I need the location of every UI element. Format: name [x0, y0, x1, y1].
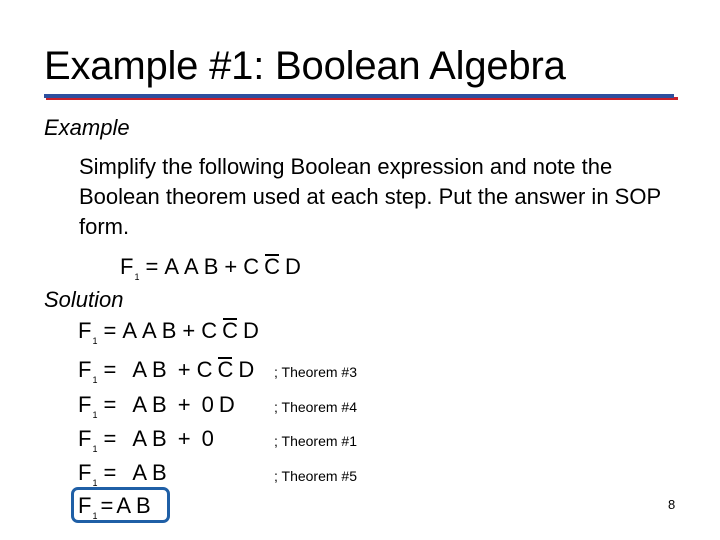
equals-sign: = [103, 357, 117, 382]
given-expression: F1 = A A B + C C D [120, 253, 301, 285]
term: D [218, 392, 235, 417]
equals-sign: = [103, 426, 117, 451]
term: A [142, 318, 157, 343]
term: A [132, 460, 148, 485]
example-label: Example [44, 115, 130, 140]
function-name: F [78, 426, 92, 451]
term: D [243, 318, 259, 343]
term: A [132, 392, 148, 417]
function-name: F [78, 357, 92, 382]
plus-operator: + [177, 392, 191, 417]
plus-operator: + [182, 318, 196, 343]
function-subscript: 1 [134, 272, 140, 282]
term: A [164, 254, 180, 279]
function-name: F [120, 254, 134, 279]
term: B [161, 318, 177, 343]
term: B [152, 460, 167, 485]
theorem-note: ; Theorem #4 [274, 399, 358, 415]
function-subscript: 1 [92, 511, 98, 521]
function-name: F [78, 493, 92, 518]
term: 0 [201, 392, 214, 417]
function-name: F [78, 318, 92, 343]
equals-sign: = [100, 493, 114, 518]
function-name: F [78, 460, 92, 485]
term: A [132, 426, 148, 451]
plus-operator: + [177, 357, 191, 382]
theorem-note: ; Theorem #5 [274, 468, 358, 484]
solution-label: Solution [44, 287, 124, 312]
theorem-note: ; Theorem #3 [274, 364, 358, 380]
term: A [116, 493, 132, 518]
complement-term: C [217, 357, 234, 382]
term: B [203, 254, 219, 279]
plus-operator: + [177, 426, 191, 451]
term: A [184, 254, 199, 279]
term: A [132, 357, 148, 382]
slide-title: Example #1: Boolean Algebra [44, 44, 566, 88]
term: C [196, 357, 213, 382]
final-answer: F1 = A B [78, 492, 151, 524]
term: B [152, 392, 167, 417]
problem-statement: Simplify the following Boolean expressio… [79, 154, 661, 239]
page-number: 8 [668, 497, 676, 512]
term: A [122, 318, 138, 343]
term: B [136, 493, 151, 518]
term: D [285, 254, 301, 279]
function-name: F [78, 392, 92, 417]
theorem-note: ; Theorem #1 [274, 433, 358, 449]
plus-operator: + [224, 254, 238, 279]
term: B [152, 426, 167, 451]
term: C [243, 254, 260, 279]
equals-sign: = [103, 318, 117, 343]
complement-term: C [222, 318, 239, 343]
equals-sign: = [145, 254, 159, 279]
solution-step: F1 = A A B + C C D [78, 317, 259, 349]
solution-step: F1 = A B + 0 [78, 425, 214, 457]
term: C [201, 318, 218, 343]
function-subscript: 1 [92, 375, 98, 385]
term: 0 [201, 426, 214, 451]
title-underline [44, 94, 674, 98]
term: D [238, 357, 255, 382]
complement-term: C [264, 254, 281, 279]
equals-sign: = [103, 392, 117, 417]
solution-step: F1 = A B + C C D [78, 356, 254, 388]
term: B [152, 357, 167, 382]
solution-step: F1 = A B + 0 D [78, 391, 235, 423]
equals-sign: = [103, 460, 117, 485]
function-subscript: 1 [92, 336, 98, 346]
